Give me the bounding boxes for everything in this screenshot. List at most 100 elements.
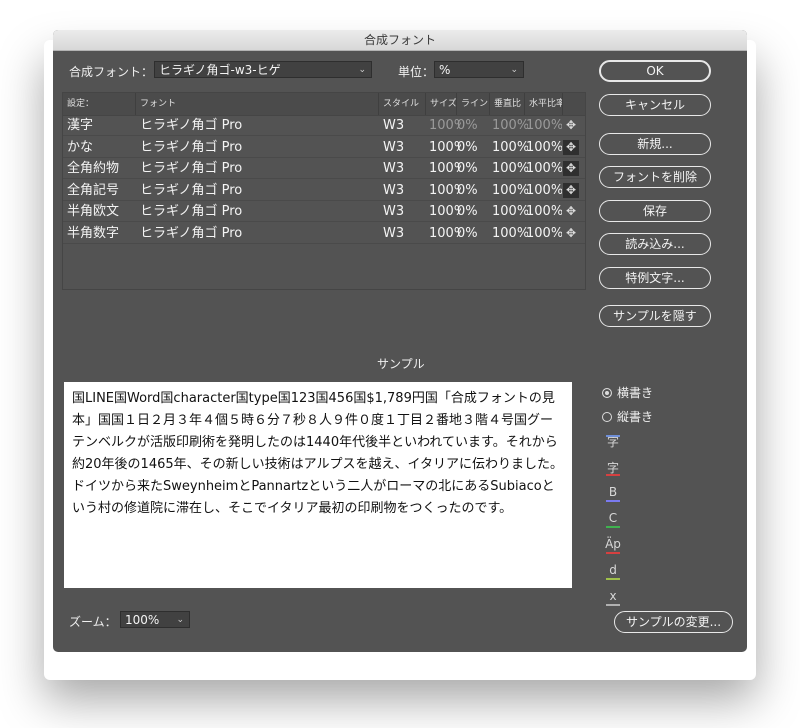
exceptions-button[interactable]: 特例文字... — [599, 267, 711, 289]
move-handle-icon[interactable]: ✥ — [563, 204, 579, 219]
move-handle-icon[interactable]: ✥ — [563, 161, 579, 176]
column-header-font: フォント — [136, 93, 379, 115]
font-cell: ヒラギノ角ゴ Pro — [140, 139, 243, 155]
table-row[interactable]: 半角数字ヒラギノ角ゴ ProW3100%0%100%100%✥ — [63, 223, 585, 244]
radio-unselected-icon — [602, 412, 612, 422]
new-button[interactable]: 新規... — [599, 133, 711, 155]
line-cell: 0% — [457, 204, 478, 219]
composite-font-dialog: 合成フォント 合成フォント： ヒラギノ角ゴ-w3-ヒゲ ⌄ 単位： % ⌄ 設定… — [53, 30, 747, 652]
setting-cell: 半角欧文 — [67, 204, 120, 219]
horizontal-scale-cell: 100% — [526, 225, 562, 241]
font-label: 合成フォント： — [69, 65, 154, 79]
guide-line — [606, 526, 620, 528]
table-row[interactable]: かなヒラギノ角ゴ ProW3100%0%100%100%✥ — [63, 137, 585, 158]
vertical-scale-cell: 100% — [492, 161, 528, 176]
guide-glyph: Äp — [605, 537, 621, 551]
horizontal-scale-cell: 100% — [526, 204, 562, 219]
unit-label: 単位： — [398, 65, 435, 79]
baseline-guide-icon: Äp — [605, 537, 621, 554]
font-dropdown[interactable]: ヒラギノ角ゴ-w3-ヒゲ ⌄ — [154, 61, 372, 78]
horizontal-radio-label: 横書き — [617, 386, 654, 400]
horizontal-scale-cell: 100% — [526, 118, 562, 133]
vertical-scale-cell: 100% — [492, 118, 528, 133]
font-cell: ヒラギノ角ゴ Pro — [140, 204, 243, 219]
delete-font-button[interactable]: フォントを削除 — [599, 166, 711, 188]
style-cell: W3 — [383, 204, 405, 219]
line-cell: 0% — [457, 139, 478, 155]
style-cell: W3 — [383, 161, 405, 176]
guide-line — [606, 604, 620, 606]
line-cell: 0% — [457, 161, 478, 176]
font-settings-table: 設定： フォント スタイル サイズ ライン 垂直比 水平比率 漢字ヒラギノ角ゴ … — [62, 92, 586, 290]
line-cell: 0% — [457, 225, 478, 241]
setting-cell: 漢字 — [67, 118, 94, 133]
guide-line — [606, 435, 620, 437]
load-button[interactable]: 読み込み... — [599, 233, 711, 255]
vertical-scale-cell: 100% — [492, 139, 528, 155]
zoom-dropdown-value: 100% — [125, 613, 160, 627]
guide-line — [606, 500, 620, 502]
style-cell: W3 — [383, 225, 405, 241]
horizontal-radio[interactable]: 横書き — [602, 384, 653, 401]
column-header-size: サイズ — [426, 93, 457, 115]
guide-glyph: C — [608, 511, 618, 525]
vertical-radio[interactable]: 縦書き — [602, 408, 653, 425]
column-header-style: スタイル — [379, 93, 426, 115]
vertical-radio-label: 縦書き — [617, 410, 654, 424]
move-handle-icon[interactable]: ✥ — [563, 118, 579, 133]
font-cell: ヒラギノ角ゴ Pro — [140, 161, 243, 176]
ok-button[interactable]: OK — [599, 60, 711, 82]
move-handle-icon[interactable]: ✥ — [563, 139, 579, 155]
guide-glyph: B — [608, 485, 618, 499]
unit-dropdown[interactable]: % ⌄ — [434, 61, 524, 78]
horizontal-scale-cell: 100% — [526, 139, 562, 155]
sample-heading: サンプル — [377, 357, 425, 371]
baseline-guide-icon: x — [605, 589, 621, 606]
vertical-scale-cell: 100% — [492, 204, 528, 219]
vertical-scale-cell: 100% — [492, 225, 528, 241]
horizontal-scale-cell: 100% — [526, 161, 562, 176]
window-title: 合成フォント — [53, 30, 747, 51]
table-row[interactable]: 漢字ヒラギノ角ゴ ProW3100%0%100%100%✥ — [63, 115, 585, 136]
table-row[interactable]: 全角約物ヒラギノ角ゴ ProW3100%0%100%100%✥ — [63, 158, 585, 179]
zoom-dropdown[interactable]: 100% ⌄ — [120, 611, 190, 628]
setting-cell: 全角記号 — [67, 182, 120, 198]
font-cell: ヒラギノ角ゴ Pro — [140, 225, 243, 241]
sample-text-area: 国LINE国Word国character国type国123国456国$1,789… — [64, 382, 572, 588]
cancel-button[interactable]: キャンセル — [599, 94, 711, 116]
setting-cell: かな — [67, 139, 94, 155]
baseline-guide-icon: 字 — [605, 433, 621, 450]
setting-cell: 全角約物 — [67, 161, 120, 176]
guide-line — [606, 552, 620, 554]
table-header: 設定： フォント スタイル サイズ ライン 垂直比 水平比率 — [63, 93, 585, 116]
table-row[interactable]: 半角欧文ヒラギノ角ゴ ProW3100%0%100%100%✥ — [63, 201, 585, 222]
move-handle-icon[interactable]: ✥ — [563, 182, 579, 198]
baseline-guide-icon: B — [605, 485, 621, 502]
chevron-down-icon: ⌄ — [358, 65, 366, 75]
column-header-line: ライン — [457, 93, 490, 115]
zoom-label: ズーム： — [69, 615, 117, 629]
vertical-scale-cell: 100% — [492, 182, 528, 198]
chevron-down-icon: ⌄ — [176, 615, 184, 625]
line-cell: 0% — [457, 182, 478, 198]
guide-glyph: x — [609, 589, 617, 603]
column-header-vertical: 垂直比 — [490, 93, 525, 115]
guide-glyph: d — [609, 563, 617, 577]
radio-selected-icon — [602, 388, 612, 398]
chevron-down-icon: ⌄ — [510, 65, 518, 75]
hide-sample-button[interactable]: サンプルを隠す — [599, 305, 711, 327]
style-cell: W3 — [383, 118, 405, 133]
change-sample-button[interactable]: サンプルの変更... — [614, 611, 733, 633]
table-row[interactable]: 全角記号ヒラギノ角ゴ ProW3100%0%100%100%✥ — [63, 180, 585, 201]
font-dropdown-value: ヒラギノ角ゴ-w3-ヒゲ — [159, 63, 281, 77]
style-cell: W3 — [383, 139, 405, 155]
baseline-guide-icon: 字 — [605, 459, 621, 476]
style-cell: W3 — [383, 182, 405, 198]
font-cell: ヒラギノ角ゴ Pro — [140, 182, 243, 198]
move-handle-icon[interactable]: ✥ — [563, 226, 579, 241]
save-button[interactable]: 保存 — [599, 200, 711, 222]
guide-glyph: 字 — [606, 461, 619, 475]
column-header-setting: 設定： — [63, 93, 136, 115]
column-header-horizontal: 水平比率 — [525, 93, 563, 115]
baseline-guide-icon: C — [605, 511, 621, 528]
